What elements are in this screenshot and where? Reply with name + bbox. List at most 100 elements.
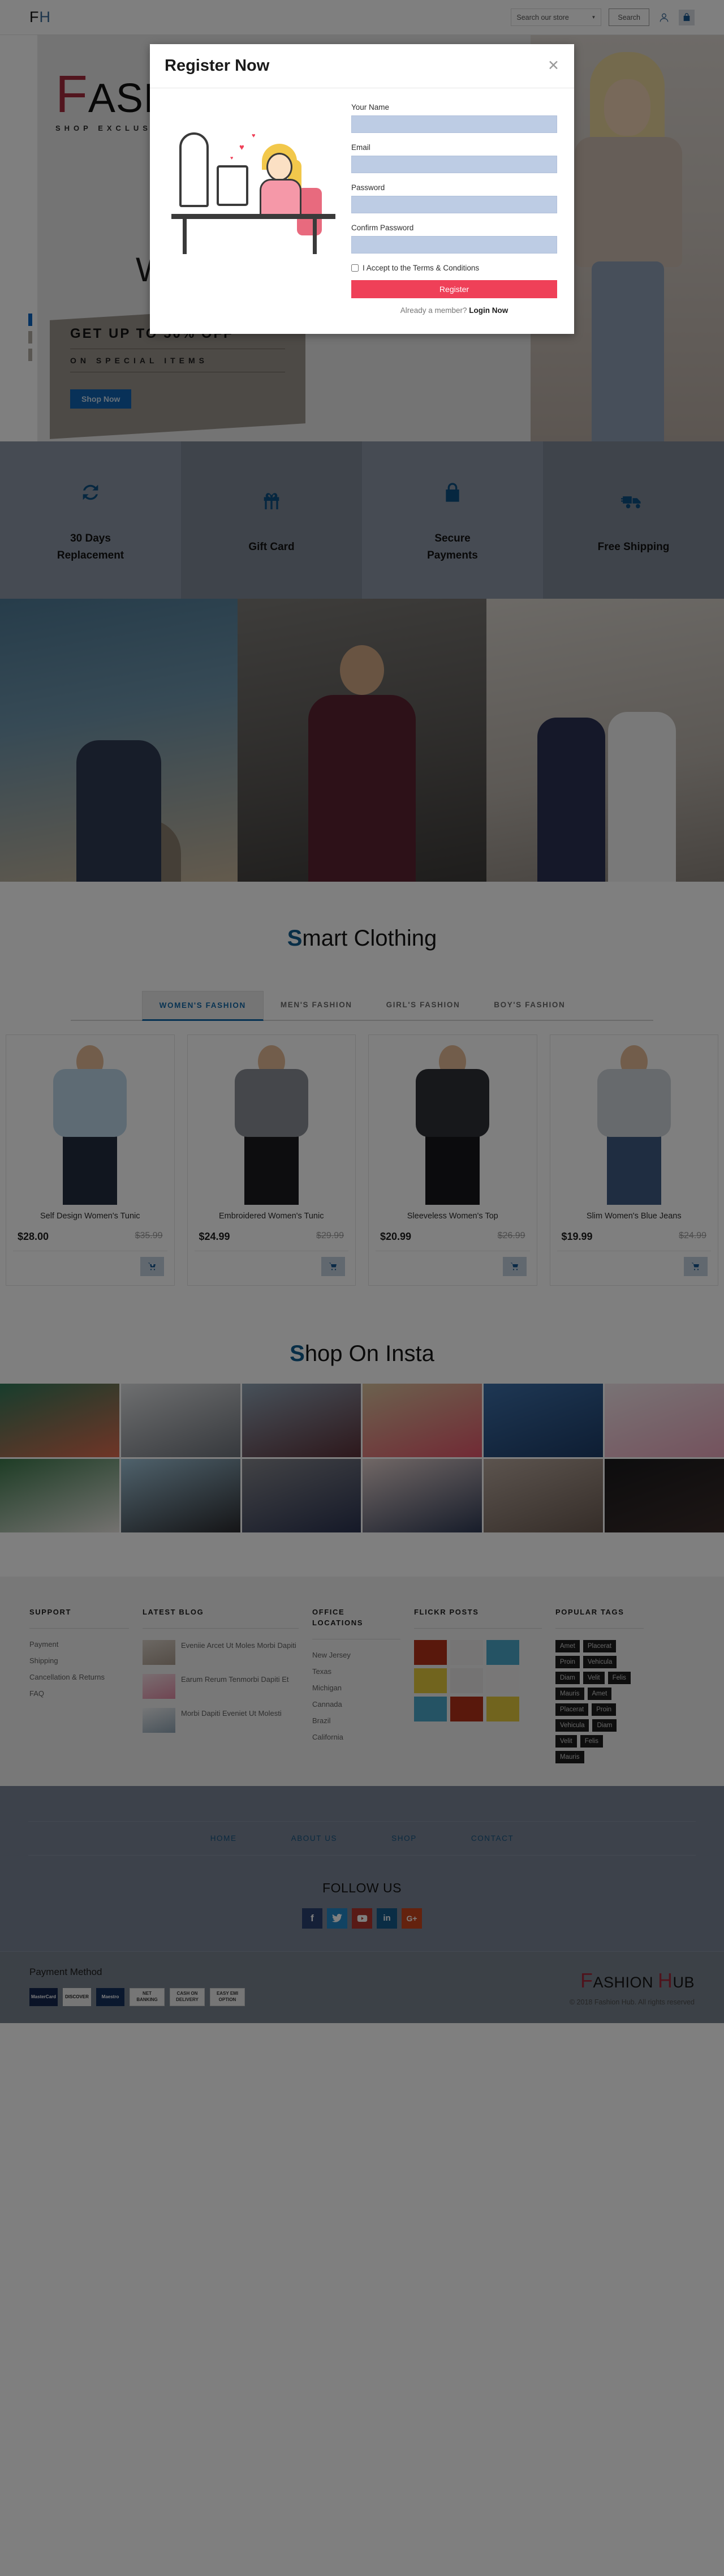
twitter-icon[interactable] bbox=[327, 1908, 347, 1929]
flickr-thumbnail[interactable] bbox=[414, 1668, 447, 1693]
name-field[interactable] bbox=[351, 115, 557, 133]
blog-post-item[interactable]: Eveniie Arcet Ut Moles Morbi Dapiti bbox=[143, 1639, 299, 1665]
tag-item[interactable]: Mauris bbox=[555, 1687, 584, 1700]
flickr-thumbnail[interactable] bbox=[450, 1639, 483, 1665]
blog-post-item[interactable]: Earum Rerum Tenmorbi Dapiti Et bbox=[143, 1673, 299, 1699]
hero-dot-1[interactable] bbox=[28, 314, 32, 326]
user-icon[interactable] bbox=[657, 10, 671, 25]
office-location-california[interactable]: California bbox=[312, 1733, 400, 1741]
blog-post-item[interactable]: Morbi Dapiti Eveniet Ut Molesti bbox=[143, 1707, 299, 1733]
office-location-cannada[interactable]: Cannada bbox=[312, 1700, 400, 1708]
insta-tile[interactable] bbox=[605, 1459, 724, 1532]
footer-nav-contact[interactable]: CONTACT bbox=[471, 1834, 514, 1843]
feature-gift-card[interactable]: Gift Card bbox=[181, 441, 362, 599]
footer-link-faq[interactable]: FAQ bbox=[29, 1689, 129, 1698]
password-field[interactable] bbox=[351, 196, 557, 213]
social-links: f in G+ bbox=[0, 1908, 724, 1929]
insta-tile[interactable] bbox=[484, 1384, 604, 1457]
easy-emi-icon: EASY EMI OPTION bbox=[210, 1987, 245, 2006]
maestro-icon: Maestro bbox=[96, 1987, 124, 2006]
add-to-cart-icon[interactable] bbox=[140, 1257, 164, 1276]
register-button[interactable]: Register bbox=[351, 280, 557, 298]
insta-tile[interactable] bbox=[484, 1459, 604, 1532]
chevron-down-icon: ▼ bbox=[591, 15, 596, 20]
email-field[interactable] bbox=[351, 156, 557, 173]
tag-item[interactable]: Felis bbox=[580, 1734, 604, 1748]
flickr-thumbnail[interactable] bbox=[450, 1696, 483, 1721]
login-now-link[interactable]: Login Now bbox=[469, 306, 508, 315]
tag-item[interactable]: Placerat bbox=[555, 1703, 589, 1716]
feature-replacement[interactable]: 30 Days Replacement bbox=[0, 441, 181, 599]
office-location-michigan[interactable]: Michigan bbox=[312, 1684, 400, 1692]
site-logo[interactable]: FH bbox=[29, 8, 51, 26]
hero-slider-dots[interactable] bbox=[28, 314, 32, 366]
tab-mens-fashion[interactable]: MEN'S FASHION bbox=[264, 991, 369, 1021]
insta-tile[interactable] bbox=[0, 1459, 119, 1532]
tab-womens-fashion[interactable]: WOMEN'S FASHION bbox=[141, 991, 264, 1021]
tag-item[interactable]: Mauris bbox=[555, 1750, 584, 1763]
product-card[interactable]: Sleeveless Women's Top $20.99 $26.99 bbox=[368, 1034, 537, 1286]
tag-item[interactable]: Diam bbox=[592, 1719, 617, 1732]
add-to-cart-icon[interactable] bbox=[321, 1257, 345, 1276]
flickr-thumbnail[interactable] bbox=[486, 1696, 519, 1721]
add-to-cart-icon[interactable] bbox=[684, 1257, 708, 1276]
tag-item[interactable]: Proin bbox=[555, 1655, 580, 1668]
shop-now-button[interactable]: Shop Now bbox=[70, 389, 132, 409]
product-card[interactable]: Self Design Women's Tunic $28.00 $35.99 bbox=[6, 1034, 175, 1286]
tab-boys-fashion[interactable]: BOY'S FASHION bbox=[477, 991, 582, 1021]
shopping-bag-icon[interactable] bbox=[679, 9, 695, 25]
feature-secure-payments[interactable]: Secure Payments bbox=[362, 441, 543, 599]
facebook-icon[interactable]: f bbox=[302, 1908, 322, 1929]
footer-link-payment[interactable]: Payment bbox=[29, 1640, 129, 1648]
feature-free-shipping[interactable]: Free Shipping bbox=[543, 441, 724, 599]
search-scope-select[interactable]: Search our store ▼ bbox=[511, 8, 602, 26]
tag-item[interactable]: Proin bbox=[592, 1703, 617, 1716]
insta-tile[interactable] bbox=[363, 1384, 482, 1457]
insta-tile[interactable] bbox=[120, 1384, 240, 1457]
footer-link-shipping[interactable]: Shipping bbox=[29, 1656, 129, 1665]
tag-item[interactable]: Placerat bbox=[583, 1639, 617, 1652]
flickr-thumbnail[interactable] bbox=[450, 1668, 483, 1693]
footer-nav-shop[interactable]: SHOP bbox=[391, 1834, 417, 1843]
insta-tile[interactable] bbox=[363, 1459, 482, 1532]
office-location-new-jersey[interactable]: New Jersey bbox=[312, 1651, 400, 1659]
insta-tile[interactable] bbox=[605, 1384, 724, 1457]
tag-item[interactable]: Velit bbox=[555, 1734, 577, 1748]
product-card[interactable]: Embroidered Women's Tunic $24.99 $29.99 bbox=[187, 1034, 356, 1286]
product-card[interactable]: Slim Women's Blue Jeans $19.99 $24.99 bbox=[549, 1034, 718, 1286]
flickr-thumbnail[interactable] bbox=[414, 1696, 447, 1721]
tag-item[interactable]: Felis bbox=[607, 1671, 631, 1684]
flickr-thumbnail[interactable] bbox=[414, 1639, 447, 1665]
terms-label[interactable]: I Accept to the Terms & Conditions bbox=[363, 264, 479, 272]
hero-dot-3[interactable] bbox=[28, 349, 32, 361]
terms-checkbox[interactable] bbox=[351, 264, 359, 272]
footer-nav-about-us[interactable]: ABOUT US bbox=[291, 1834, 338, 1843]
tag-item[interactable]: Amet bbox=[587, 1687, 612, 1700]
footer-link-cancellation[interactable]: Cancellation & Returns bbox=[29, 1673, 129, 1681]
insta-tile[interactable] bbox=[120, 1459, 240, 1532]
flickr-thumbnail[interactable] bbox=[486, 1639, 519, 1665]
tag-item[interactable]: Diam bbox=[555, 1671, 580, 1684]
office-location-texas[interactable]: Texas bbox=[312, 1667, 400, 1676]
close-icon[interactable]: ✕ bbox=[548, 59, 559, 73]
tag-item[interactable]: Velit bbox=[583, 1671, 605, 1684]
footer-nav-home[interactable]: HOME bbox=[210, 1834, 237, 1843]
tag-item[interactable]: Vehicula bbox=[555, 1719, 589, 1732]
divider bbox=[143, 1628, 299, 1629]
insta-tile[interactable] bbox=[0, 1384, 119, 1457]
flickr-thumbnail[interactable] bbox=[486, 1668, 519, 1693]
hero-dot-2[interactable] bbox=[28, 331, 32, 344]
search-button[interactable]: Search bbox=[609, 8, 649, 26]
add-to-cart-icon[interactable] bbox=[502, 1257, 527, 1276]
google-plus-icon[interactable]: G+ bbox=[402, 1908, 422, 1929]
smart-clothing-title-rest: mart Clothing bbox=[302, 926, 437, 951]
tab-girls-fashion[interactable]: GIRL'S FASHION bbox=[369, 991, 477, 1021]
office-location-brazil[interactable]: Brazil bbox=[312, 1716, 400, 1725]
linkedin-icon[interactable]: in bbox=[377, 1908, 397, 1929]
tag-item[interactable]: Vehicula bbox=[583, 1655, 617, 1668]
insta-tile[interactable] bbox=[242, 1459, 361, 1532]
insta-tile[interactable] bbox=[242, 1384, 361, 1457]
tag-item[interactable]: Amet bbox=[555, 1639, 580, 1652]
confirm-password-field[interactable] bbox=[351, 236, 557, 254]
youtube-icon[interactable] bbox=[352, 1908, 372, 1929]
